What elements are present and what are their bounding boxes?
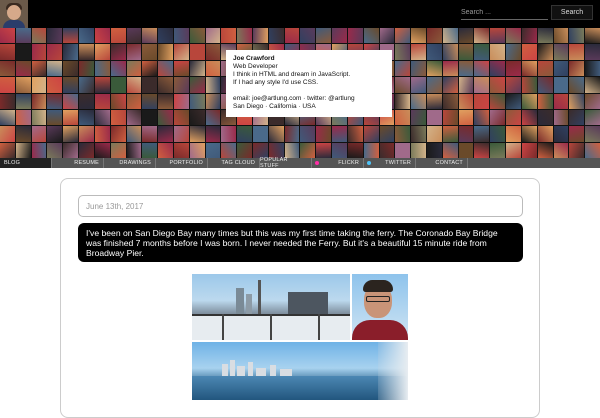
search-input[interactable] [461, 6, 548, 20]
avatar[interactable] [0, 0, 28, 28]
main-nav: Blog Resume Drawings Portfolio Tag Cloud… [0, 157, 600, 169]
twitter-dot-icon [367, 161, 371, 165]
post-date[interactable]: June 13th, 2017 [78, 195, 523, 217]
bio-card: Joe Crawford Web Developer I think in HT… [226, 50, 392, 117]
bio-location: San Diego · California · USA [233, 103, 316, 110]
nav-item-resume[interactable]: Resume [52, 158, 104, 168]
top-bar: Search [0, 0, 600, 28]
bio-line-2: If I had any style I'd use CSS. [233, 79, 319, 86]
selfie-photo[interactable] [352, 274, 408, 340]
nav-item-popular-stuff[interactable]: Popular Stuff [260, 157, 312, 169]
nav-filler [468, 158, 600, 168]
nav-item-blog[interactable]: Blog [0, 158, 52, 168]
nav-item-drawings[interactable]: Drawings [104, 158, 156, 168]
bio-line-1: I think in HTML and dream in JavaScript. [233, 71, 351, 78]
nav-item-portfolio[interactable]: Portfolio [156, 158, 208, 168]
skyline-photo[interactable] [192, 342, 408, 400]
nav-item-twitter[interactable]: Twitter [364, 158, 416, 168]
bio-title: Web Developer [233, 63, 278, 70]
nav-item-tag-cloud[interactable]: Tag Cloud [208, 158, 260, 168]
flickr-dot-icon [315, 161, 319, 165]
bio-contact: email: joe@artlung.com · twitter: @artlu… [233, 95, 355, 102]
bio-name: Joe Crawford [233, 55, 275, 62]
post-text: I've been on San Diego Bay many times bu… [78, 223, 523, 262]
nav-item-flickr[interactable]: Flickr [312, 158, 364, 168]
ferry-photo[interactable] [192, 274, 350, 340]
nav-item-contact[interactable]: Contact [416, 158, 468, 168]
search-button[interactable]: Search [551, 5, 593, 20]
